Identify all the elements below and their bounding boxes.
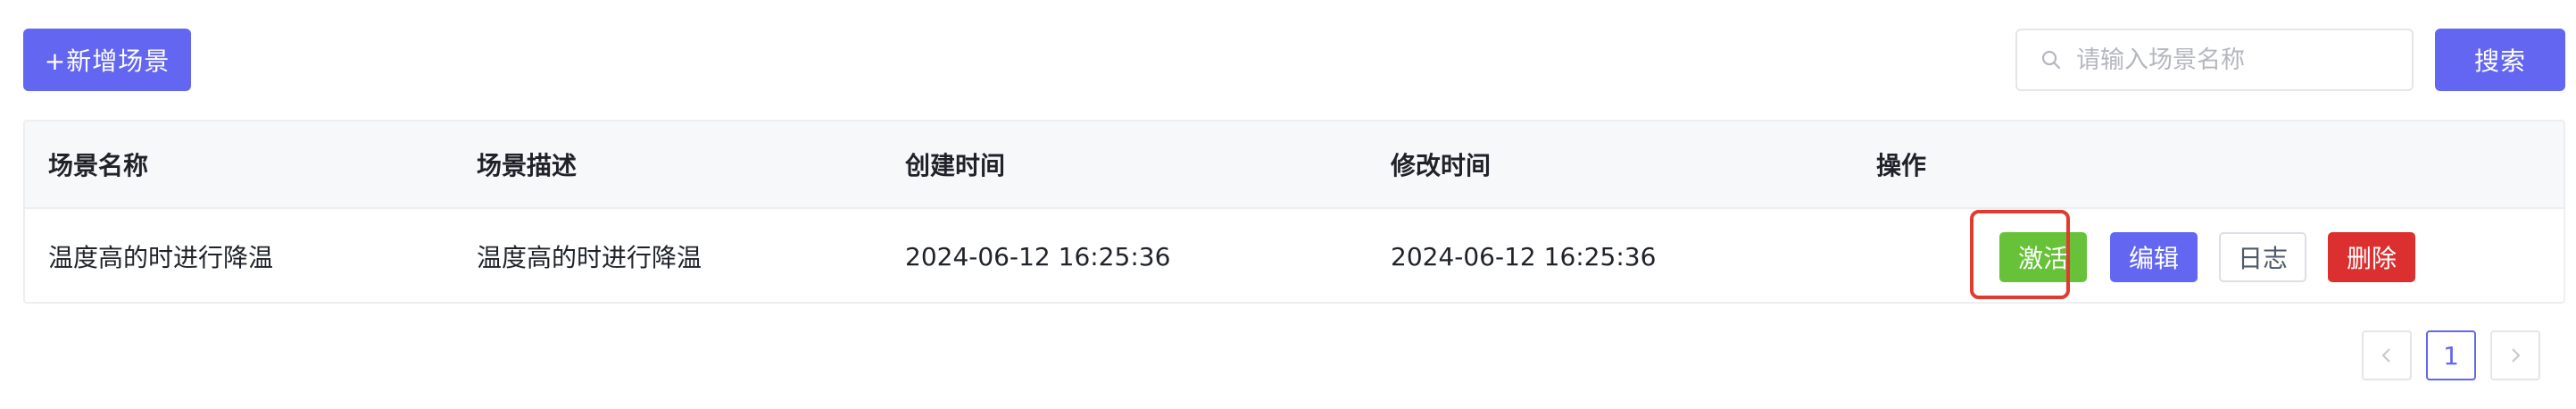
pagination-prev-button[interactable] [2362,330,2412,380]
log-button[interactable]: 日志 [2219,232,2306,282]
chevron-right-icon [2512,348,2521,363]
header-actions: 操作 [1876,151,1927,180]
chevron-left-icon [2381,348,2390,363]
delete-button[interactable]: 删除 [2328,232,2415,282]
header-modified-time: 修改时间 [1391,151,1492,180]
table-header: 场景名称 场景描述 创建时间 修改时间 操作 [25,121,2564,209]
edit-button[interactable]: 编辑 [2110,232,2198,282]
scene-management-page: +新增场景 搜索 场景名称 场景描述 创建时间 修改时间 操作 温度高的时进行降… [0,0,2576,409]
search-icon [2041,50,2061,70]
cell-modified-time: 2024-06-12 16:25:36 [1391,241,1657,271]
add-scene-button[interactable]: +新增场景 [23,29,191,91]
scene-table: 场景名称 场景描述 创建时间 修改时间 操作 温度高的时进行降温 温度高的时进行… [23,120,2565,304]
header-created-time: 创建时间 [905,151,1006,180]
table-row: 温度高的时进行降温 温度高的时进行降温 2024-06-12 16:25:36 … [25,209,2564,302]
search-button[interactable]: 搜索 [2435,29,2565,91]
search-box[interactable] [2015,29,2414,91]
cell-scene-name: 温度高的时进行降温 [48,243,274,272]
activate-button[interactable]: 激活 [1999,232,2087,282]
search-input[interactable] [2074,45,2399,75]
cell-scene-description: 温度高的时进行降温 [477,243,702,272]
header-scene-name: 场景名称 [48,151,149,180]
header-scene-description: 场景描述 [477,151,578,180]
pagination-next-button[interactable] [2490,330,2540,380]
pagination-page-1[interactable]: 1 [2426,330,2476,380]
cell-created-time: 2024-06-12 16:25:36 [905,241,1171,271]
